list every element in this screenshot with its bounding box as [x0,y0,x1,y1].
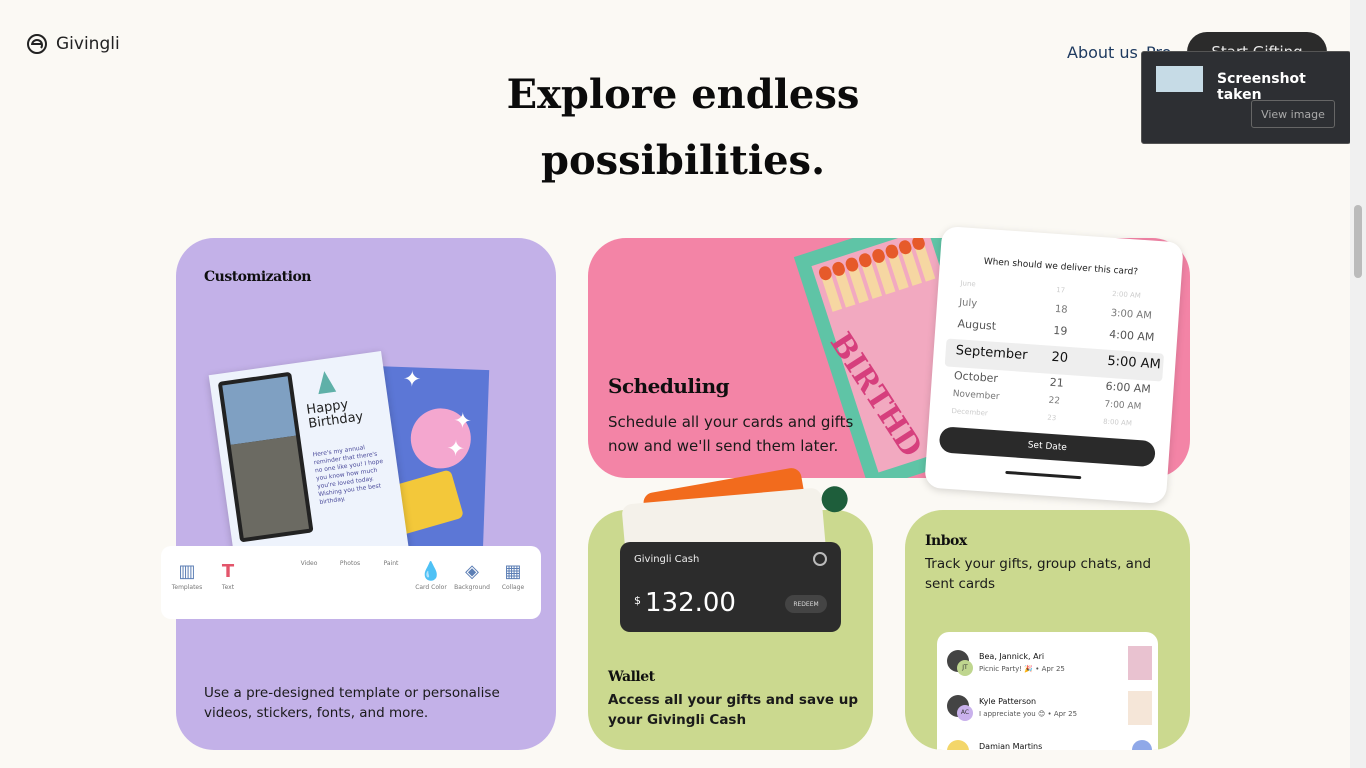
inbox-list: JT Bea, Jannick, Ari Picnic Party! 🎉 • A… [937,632,1158,750]
wallet-card[interactable]: Givingli Cash $132.00 REDEEM Wallet Acce… [588,466,873,750]
inbox-card[interactable]: Inbox Track your gifts, group chats, and… [905,510,1190,750]
inbox-description: Track your gifts, group chats, and sent … [925,556,1152,592]
avatar-initials: AC [957,705,973,721]
inbox-item[interactable]: DD Damian Martins [947,734,1152,750]
tool-background[interactable]: ◈ Background [452,560,492,591]
inbox-item[interactable]: AC Kyle Patterson I appreciate you 😊 • A… [947,689,1152,729]
givingli-logo-icon [813,552,827,566]
card-thumbnail [1128,691,1152,725]
screenshot-thumbnail [1156,66,1203,92]
customization-description: Use a pre-designed template or personali… [204,685,500,721]
video-thumbnail [217,371,314,543]
text-icon: T [221,561,235,582]
inbox-item-subtitle: I appreciate you 😊 • Apr 25 [979,710,1078,718]
inbox-item-subtitle: Picnic Party! 🎉 • Apr 25 [979,665,1065,673]
heart-icon [1132,740,1152,750]
birthday-card-title: Happy Birthday [305,397,365,432]
customization-title: Customization [204,269,311,285]
droplet-icon: 💧 [419,561,443,582]
scheduling-title: Scheduling [608,374,730,398]
logo-text: Givingli [56,34,120,54]
collage-icon: ▦ [504,561,522,582]
tool-paint[interactable]: Paint [371,560,411,567]
set-date-button[interactable]: Set Date [938,426,1156,468]
editor-toolbar: ▥ Templates T Text Video Photos Paint 💧 Car… [161,546,541,619]
givingli-logo-icon [27,34,47,54]
templates-icon: ▥ [178,561,196,582]
cash-amount: $132.00 [634,588,736,618]
date-picker-question: When should we deliver this card? [983,256,1139,278]
tool-card-color[interactable]: 💧 Card Color [411,560,451,591]
logo[interactable]: Givingli [26,33,120,55]
tool-templates[interactable]: ▥ Templates [167,560,207,591]
customization-card[interactable]: Customization ✦ ✦ ✦ Happy Birthday Here'… [161,238,556,750]
home-indicator [1005,470,1082,480]
inbox-item-name: Damian Martins [979,742,1043,750]
cash-amount-value: 132.00 [645,588,736,618]
wallet-description: Access all your gifts and save up your G… [608,692,859,728]
scrollbar-track[interactable] [1350,0,1366,768]
date-picker[interactable]: When should we deliver this card? June 17… [924,225,1184,505]
picker-row-selected[interactable]: September 20 5:00 AM [948,343,1161,372]
avatar-initials: JT [957,660,973,676]
redeem-button[interactable]: REDEEM [785,595,827,613]
paint-bucket-icon: ◈ [465,561,479,582]
picker-row[interactable]: June 17 2:00 AM [953,279,1166,300]
sparkle-icon: ✦ [445,436,466,463]
card-thumbnail [1128,646,1152,680]
currency-symbol: $ [634,594,641,607]
sparkle-icon: ✦ [452,408,473,435]
scheduling-description: Schedule all your cards and gifts now an… [608,413,854,455]
screenshot-notification: Screenshot taken View image [1141,51,1351,144]
scrollbar-thumb[interactable] [1354,205,1362,278]
wallet-title: Wallet [608,669,655,685]
tool-video[interactable]: Video [289,560,329,567]
inbox-item-name: Kyle Patterson [979,697,1037,706]
birthday-card-message: Here's my annual reminder that there's n… [312,444,384,507]
cash-label: Givingli Cash [634,554,700,565]
inbox-item-name: Bea, Jannick, Ari [979,652,1045,661]
scheduling-card[interactable]: BIRTHD When should we deliver this card?… [588,225,1190,505]
party-hat-icon [315,369,337,395]
nav-about-us[interactable]: About us [1067,43,1138,62]
view-image-button[interactable]: View image [1251,100,1335,128]
sparkle-icon: ✦ [402,367,422,393]
starbucks-logo-icon [820,485,849,514]
inbox-item[interactable]: JT Bea, Jannick, Ari Picnic Party! 🎉 • A… [947,644,1152,684]
givingli-cash-card: Givingli Cash $132.00 REDEEM [620,542,841,632]
avatar [947,740,969,750]
notification-title: Screenshot taken [1217,71,1306,103]
tool-text[interactable]: T Text [208,560,248,591]
tool-collage[interactable]: ▦ Collage [493,560,533,591]
inbox-title: Inbox [925,533,967,549]
tool-photos[interactable]: Photos [330,560,370,567]
